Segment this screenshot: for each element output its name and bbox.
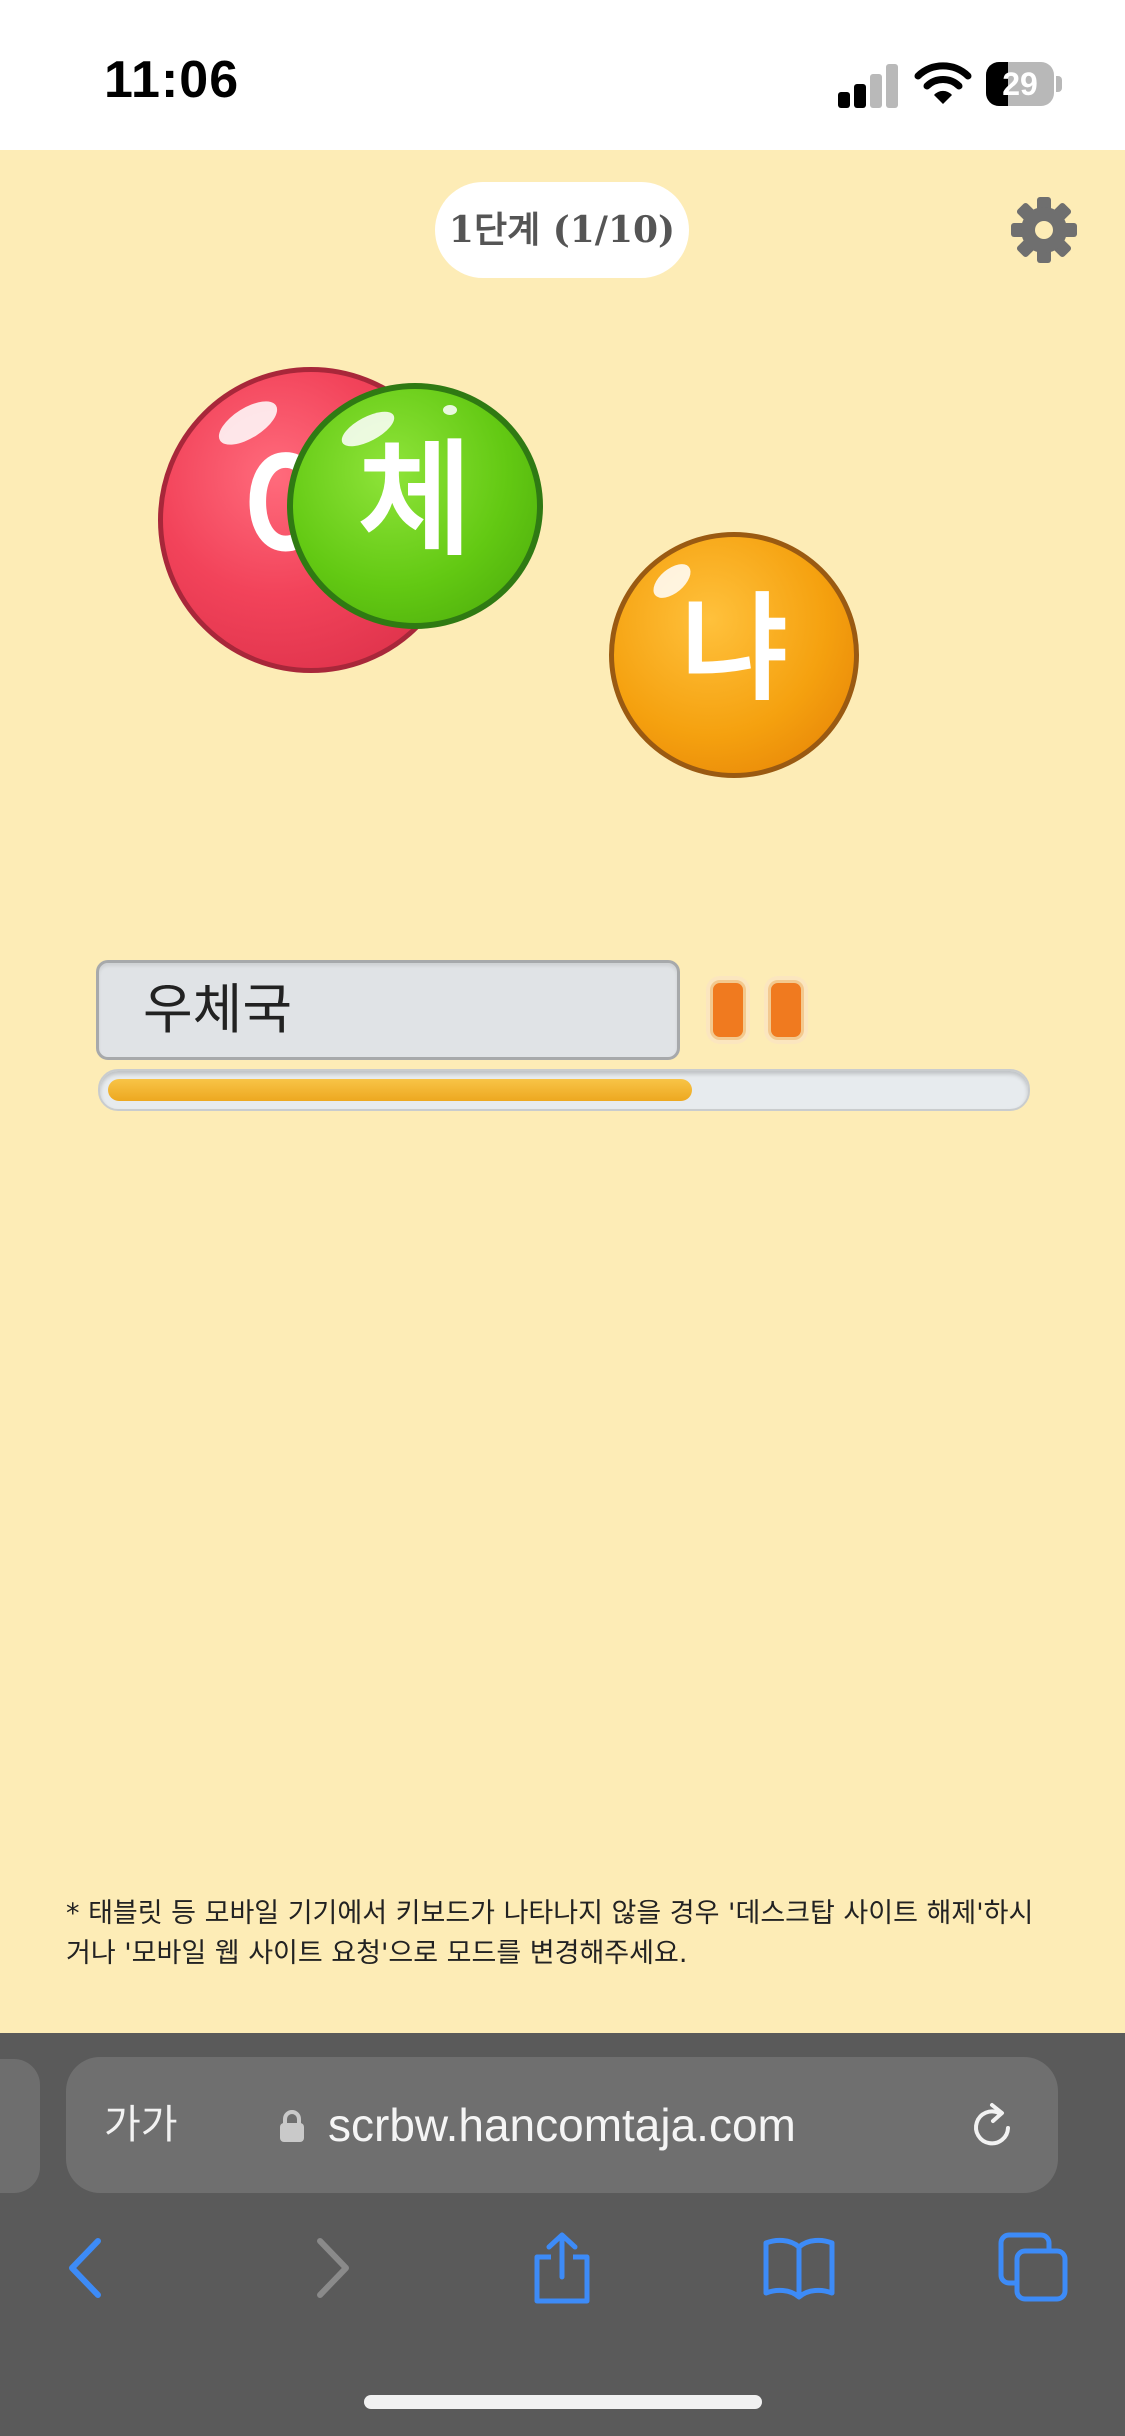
progress-bar bbox=[98, 1069, 1030, 1111]
reload-icon[interactable] bbox=[968, 2101, 1018, 2151]
browser-toolbar: 가가 scrbw.hancomtaja.com bbox=[0, 2033, 1125, 2436]
status-time: 11:06 bbox=[104, 51, 240, 109]
battery-icon: 29 bbox=[986, 62, 1062, 108]
game-area: 1단계 (1/10) 어 체 냐 우체국 bbox=[0, 150, 1125, 2033]
battery-level: 29 bbox=[1002, 66, 1038, 102]
word-ball-orange: 냐 bbox=[609, 532, 859, 778]
life-icon bbox=[768, 980, 804, 1040]
bookmarks-icon[interactable] bbox=[762, 2231, 836, 2305]
gear-icon[interactable] bbox=[1010, 196, 1078, 264]
typing-input-text: 우체국 bbox=[143, 978, 293, 1041]
word-ball-green: 체 bbox=[287, 383, 543, 629]
typing-input[interactable]: 우체국 bbox=[96, 960, 680, 1060]
ball-character: 냐 bbox=[680, 582, 788, 717]
previous-tab-preview[interactable] bbox=[0, 2059, 40, 2193]
status-bar: 11:06 29 bbox=[0, 0, 1125, 150]
forward-icon[interactable] bbox=[292, 2231, 366, 2305]
lock-icon bbox=[280, 2110, 304, 2142]
signal-icon bbox=[838, 64, 900, 108]
wifi-icon bbox=[914, 62, 972, 104]
back-icon[interactable] bbox=[52, 2231, 126, 2305]
mobile-keyboard-notice: * 태블릿 등 모바일 기기에서 키보드가 나타나지 않을 경우 '데스크탑 사… bbox=[66, 1898, 1034, 1969]
text-size-button[interactable]: 가가 bbox=[104, 2057, 178, 2193]
life-icon bbox=[710, 980, 746, 1040]
share-icon[interactable] bbox=[525, 2231, 599, 2305]
url-text[interactable]: scrbw.hancomtaja.com bbox=[328, 2057, 796, 2193]
stage-indicator: 1단계 (1/10) bbox=[435, 182, 689, 278]
home-indicator bbox=[364, 2395, 762, 2409]
progress-fill bbox=[108, 1079, 692, 1101]
tabs-icon[interactable] bbox=[997, 2231, 1071, 2305]
address-bar[interactable]: 가가 scrbw.hancomtaja.com bbox=[66, 2057, 1058, 2193]
ball-character: 체 bbox=[357, 429, 473, 573]
